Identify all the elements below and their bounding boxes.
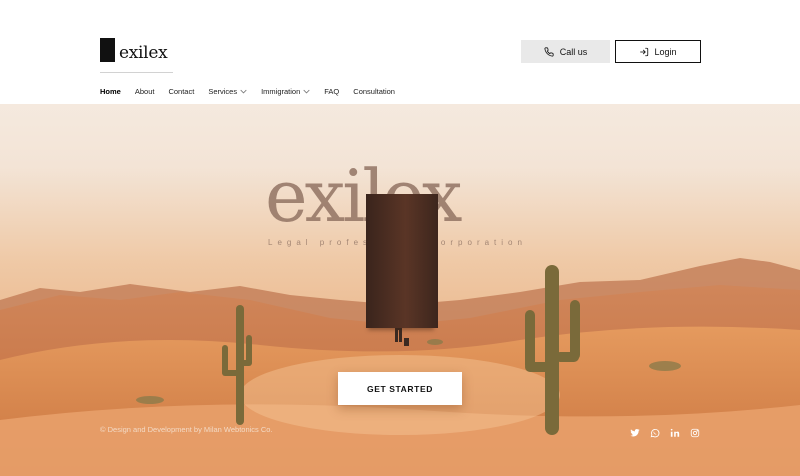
nav-label: Services xyxy=(208,87,238,96)
nav-item-immigration[interactable]: Immigration xyxy=(261,87,310,96)
nav-label: Home xyxy=(100,87,121,96)
nav-item-about[interactable]: About xyxy=(135,87,155,96)
nav-label: Immigration xyxy=(261,87,301,96)
nav-item-home[interactable]: Home xyxy=(100,87,121,96)
main-nav: Home About Contact Services Immigration … xyxy=(100,87,409,96)
logo-wordmark: exilex xyxy=(119,43,168,63)
nav-label: Contact xyxy=(168,87,195,96)
logo-divider xyxy=(100,72,173,73)
nav-item-contact[interactable]: Contact xyxy=(168,87,194,96)
site-logo[interactable]: exilex xyxy=(100,38,168,63)
nav-item-faq[interactable]: FAQ xyxy=(324,87,339,96)
monolith-graphic xyxy=(366,194,438,328)
social-links xyxy=(630,425,700,438)
logo-mark xyxy=(100,38,115,62)
chevron-down-icon xyxy=(240,89,247,94)
nav-item-services[interactable]: Services xyxy=(208,87,247,96)
twitter-icon[interactable] xyxy=(630,425,640,437)
login-label: Login xyxy=(654,46,677,57)
login-button[interactable]: Login xyxy=(615,40,701,63)
nav-label: About xyxy=(134,87,155,96)
login-icon xyxy=(640,47,649,56)
nav-label: FAQ xyxy=(324,87,340,96)
phone-icon xyxy=(544,46,554,57)
get-started-button[interactable]: GET STARTED xyxy=(338,372,462,405)
call-us-button[interactable]: Call us xyxy=(521,40,610,63)
footer-credit: © Design and Development by Milan Webton… xyxy=(100,425,273,434)
whatsapp-icon[interactable] xyxy=(650,425,660,438)
linkedin-icon[interactable] xyxy=(670,425,680,437)
nav-item-consultation[interactable]: Consultation xyxy=(353,87,395,96)
call-us-label: Call us xyxy=(559,46,588,57)
chevron-down-icon xyxy=(303,89,310,94)
nav-label: Consultation xyxy=(353,87,395,96)
instagram-icon[interactable] xyxy=(690,425,700,438)
